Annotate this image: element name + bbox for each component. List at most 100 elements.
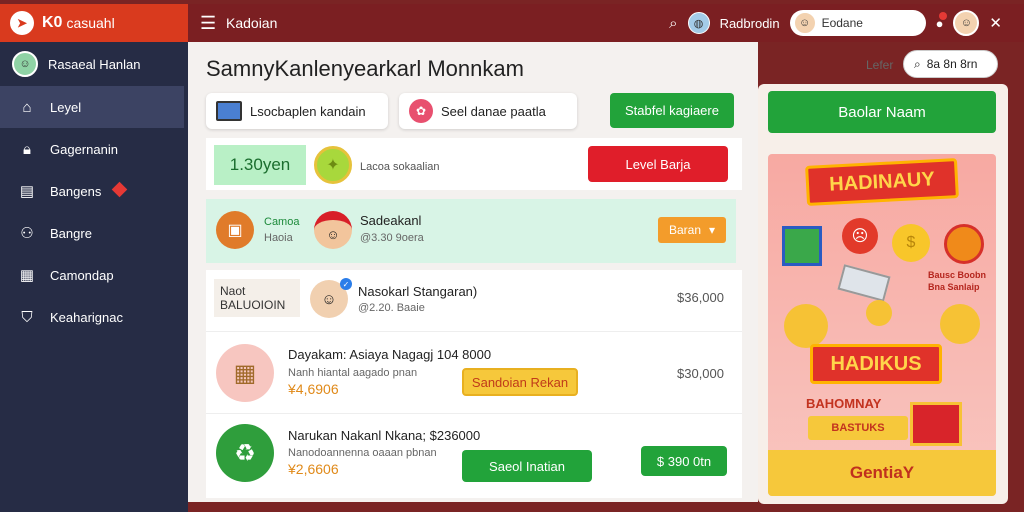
level-card: 1.30yen ✦ Lacoa sokaalian Level Barja [206, 138, 742, 190]
verified-icon: ✓ [340, 278, 352, 290]
tag-icon: ✿ [409, 99, 433, 123]
row-sub: Nanodoannenna oaaan pbnan [288, 447, 437, 459]
fruit-icon: ✦ [314, 146, 352, 184]
sidebar-item-label: Gagernanin [50, 141, 118, 157]
sidebar-item-label: Bangens [50, 183, 102, 199]
right-top-button[interactable]: Baolar Naam [768, 91, 996, 133]
featured-card: ▣ Camoa Haoia ☺ Sadeakanl @3.30 9oera Ba… [206, 199, 736, 263]
gift-icon [782, 226, 822, 266]
promo-banner[interactable]: HADINAUY ☹ $ Bausc Boobn Bna Sanlaip HAD… [768, 154, 996, 496]
box-icon [216, 101, 242, 121]
game-icon: ▣ [216, 211, 254, 249]
list-item[interactable]: Naot BALUOIOIN ☺ ✓ Nasokarl Stangaran) @… [206, 270, 742, 332]
notification-icon[interactable]: ● [936, 11, 948, 31]
row-action-button[interactable]: Sandoian Rekan [462, 368, 578, 396]
featured-name: Sadeakanl [360, 213, 422, 228]
row-action-button[interactable]: Saeol Inatian [462, 450, 592, 482]
transactions-list: Naot BALUOIOIN ☺ ✓ Nasokarl Stangaran) @… [206, 270, 742, 498]
notification-badge [939, 11, 948, 20]
sidebar-item-label: Bangre [50, 225, 92, 241]
calendar-icon: ▦ [19, 267, 35, 284]
breadcrumb: Kadoian [226, 15, 278, 31]
lock-icon: 🔒︎ [23, 140, 31, 158]
list-item[interactable]: ▦ Dayakam: Asiaya Nagagj 104 8000 Nanh h… [206, 334, 742, 414]
header-search-pill[interactable]: ⌕ 8a 8n 8rn [903, 50, 998, 78]
logo-mark: K0 [42, 14, 63, 31]
featured-select-value: Baran [668, 223, 701, 237]
dollar-coin-icon: $ [892, 224, 930, 262]
sidebar-item-camondap[interactable]: ▦ Camondap [0, 254, 188, 296]
row-amount-button[interactable]: $ 390 0tn [641, 446, 727, 476]
level-button[interactable]: Level Barja [588, 146, 728, 182]
row-title: Narukan Nakanl Nkana; $236000 [288, 428, 481, 443]
row-badge: Naot BALUOIOIN [214, 279, 300, 317]
spin-coin-icon [944, 224, 984, 264]
sidebar-user-name: Rasaeal Hanlan [48, 56, 141, 72]
user-avatar: ☺ [793, 12, 816, 34]
search-icon: ⌕ [914, 56, 921, 71]
level-amount: 1.30yen [214, 145, 306, 185]
chip-label: Seel danae paatla [441, 103, 546, 119]
sidebar-item-bangens[interactable]: ▤ Bangens [0, 170, 188, 212]
header-link[interactable]: Lefer [866, 58, 893, 72]
chip-second[interactable]: ✿ Seel danae paatla [399, 93, 577, 129]
book-icon: ▤ [19, 183, 35, 200]
users-icon: ⚇ [20, 225, 34, 242]
promo-mid-banner: HADIKUS [810, 344, 942, 384]
featured-select[interactable]: Baran ▾ [658, 217, 726, 243]
row-meta: @2.20. Baaie [358, 302, 425, 314]
row-title: Dayakam: Asiaya Nagagj 104 8000 [288, 347, 492, 362]
promo-cta-button[interactable]: GentiaY [768, 450, 996, 496]
chip-action-button[interactable]: Stabfel kagiaere [610, 93, 734, 128]
promo-headline: HADINAUY [805, 158, 959, 206]
featured-sub: Haoia [264, 232, 293, 244]
promo-side-text-2: Bna Sanlaip [928, 282, 980, 292]
featured-meta: @3.30 9oera [360, 232, 424, 244]
promo-caption: BAHOMNAY [806, 396, 882, 411]
global-user-name[interactable]: Radbrodin [720, 16, 780, 31]
row-amount: ¥4,6906 [288, 381, 339, 397]
row-sub: Nanh hiantal aagado pnan [288, 367, 418, 379]
crate-icon: ▦ [216, 344, 274, 402]
row-name: Nasokarl Stangaran) [358, 284, 478, 299]
present-icon [910, 402, 962, 446]
user-pill-name: Eodane [821, 16, 863, 30]
app-name: casuahl [66, 15, 115, 31]
gold-coin-icon [784, 304, 828, 348]
home-icon: ⌂ [22, 98, 32, 116]
level-label: Lacoa sokaalian [360, 161, 440, 173]
chip-first[interactable]: Lsocbaplen kandain [206, 93, 388, 129]
sidebar: ☺ Rasaeal Hanlan ⌂ Leyel 🔒︎ Gagernanin ▤… [0, 42, 188, 512]
list-item[interactable]: ♻ Narukan Nakanl Nkana; $236000 Nanodoan… [206, 416, 742, 496]
sidebar-item-leyel[interactable]: ⌂ Leyel [0, 86, 184, 128]
gold-coin-icon [866, 300, 892, 326]
right-panel: Baolar Naam HADINAUY ☹ $ Bausc Boobn Bna… [758, 84, 1008, 504]
sidebar-item-bangre[interactable]: ⚇ Bangre [0, 212, 188, 254]
gold-coin-icon [940, 304, 980, 344]
app-logo[interactable]: ➤ K0 casuahl [0, 4, 188, 42]
row-price: $30,000 [677, 366, 724, 381]
page-title: SamnyKanlenyearkarl Monnkam [206, 56, 524, 81]
user-pill[interactable]: ☺ Eodane [789, 10, 926, 36]
search-icon[interactable]: ⌕ [669, 15, 677, 32]
close-icon[interactable]: ✕ [989, 14, 1002, 32]
scroll-icon [837, 264, 891, 302]
character-avatar: ☺ [314, 211, 352, 249]
row-amount: ¥2,6606 [288, 461, 339, 477]
globe-avatar[interactable]: ◍ [687, 12, 710, 34]
sidebar-alert-badge [111, 181, 128, 198]
promo-side-text-1: Bausc Boobn [928, 270, 987, 280]
menu-icon[interactable]: ☰ [200, 13, 220, 34]
sidebar-user-avatar: ☺ [12, 51, 38, 77]
bin-icon: ♻ [216, 424, 274, 482]
sidebar-item-keaharignac[interactable]: ⛉ Keaharignac [0, 296, 188, 338]
sidebar-item-gagernanin[interactable]: 🔒︎ Gagernanin [0, 128, 188, 170]
sidebar-item-label: Leyel [50, 99, 82, 115]
chevron-down-icon: ▾ [709, 223, 716, 237]
profile-avatar[interactable]: ☺ [953, 10, 980, 36]
featured-tag: Camoa [264, 216, 300, 228]
sidebar-item-label: Keaharignac [50, 309, 123, 325]
sidebar-user[interactable]: ☺ Rasaeal Hanlan [0, 42, 188, 86]
sidebar-item-label: Camondap [50, 267, 114, 283]
angry-face-icon: ☹ [842, 218, 878, 254]
